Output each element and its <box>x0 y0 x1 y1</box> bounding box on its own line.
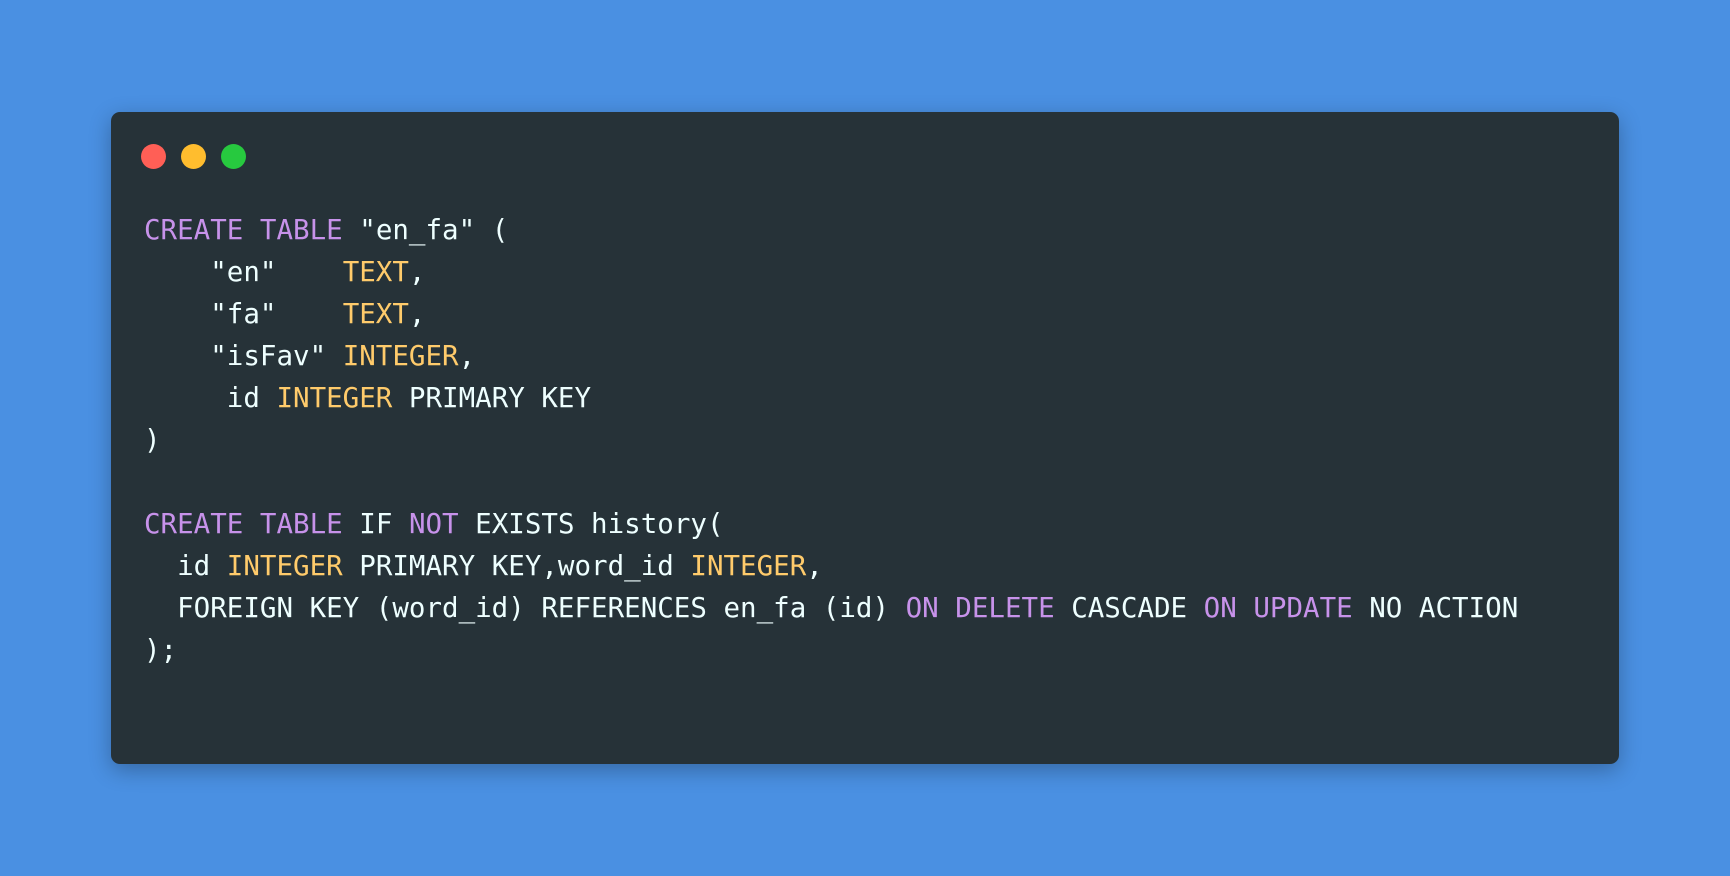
code-token-type: TEXT <box>342 298 409 330</box>
code-token-plain: , <box>408 256 426 288</box>
code-token-plain: "en" <box>144 256 343 288</box>
code-token-keyword: TABLE <box>259 508 343 540</box>
code-token-type: TEXT <box>342 256 409 288</box>
code-line: id INTEGER PRIMARY KEY,word_id INTEGER, <box>144 545 1518 587</box>
code-line: FOREIGN KEY (word_id) REFERENCES en_fa (… <box>144 587 1518 629</box>
code-line: CREATE TABLE "en_fa" ( <box>144 209 1518 251</box>
code-block: CREATE TABLE "en_fa" ( "en" TEXT, "fa" T… <box>144 209 1518 671</box>
code-token-plain: , <box>806 550 823 582</box>
code-token-keyword: CREATE <box>144 508 244 540</box>
code-token-plain: IF <box>342 508 409 540</box>
code-token-plain: ) <box>144 424 161 456</box>
code-window: CREATE TABLE "en_fa" ( "en" TEXT, "fa" T… <box>111 112 1619 764</box>
code-token-keyword: NOT <box>408 508 459 540</box>
code-line: "en" TEXT, <box>144 251 1518 293</box>
code-token-keyword: TABLE <box>259 214 343 246</box>
code-line: CREATE TABLE IF NOT EXISTS history( <box>144 503 1518 545</box>
code-token-keyword: UPDATE <box>1253 592 1353 624</box>
code-token-plain: , <box>458 340 476 372</box>
minimize-dot-icon <box>181 144 206 169</box>
code-token-plain: id <box>144 550 227 582</box>
code-token-plain: ); <box>144 634 178 666</box>
code-token-type: INTEGER <box>690 550 807 582</box>
code-token-keyword: DELETE <box>955 592 1055 624</box>
code-token-plain: PRIMARY KEY <box>392 382 592 414</box>
code-token-plain: id <box>144 382 277 414</box>
code-token-plain: FOREIGN KEY (word_id) REFERENCES en_fa (… <box>144 592 906 624</box>
close-dot-icon <box>141 144 166 169</box>
code-line: "isFav" INTEGER, <box>144 335 1518 377</box>
code-token-plain: NO ACTION <box>1352 592 1519 624</box>
code-token-keyword: ON <box>1203 592 1237 624</box>
code-line: ); <box>144 629 1518 671</box>
code-token-type: INTEGER <box>226 550 343 582</box>
code-token-type: INTEGER <box>276 382 393 414</box>
code-line: id INTEGER PRIMARY KEY <box>144 377 1518 419</box>
maximize-dot-icon <box>221 144 246 169</box>
code-token-plain: "en_fa" ( <box>342 214 509 246</box>
code-token-plain: "isFav" <box>144 340 343 372</box>
window-controls <box>141 144 246 169</box>
code-token-plain: EXISTS history( <box>458 508 724 540</box>
code-token-plain: , <box>408 298 426 330</box>
code-token-plain: CASCADE <box>1054 592 1204 624</box>
code-token-keyword: CREATE <box>144 214 244 246</box>
code-line: "fa" TEXT, <box>144 293 1518 335</box>
code-token-plain: "fa" <box>144 298 343 330</box>
code-token-keyword: ON <box>905 592 939 624</box>
code-line: ) <box>144 419 1518 461</box>
code-token-type: INTEGER <box>342 340 459 372</box>
code-token-plain: PRIMARY KEY,word_id <box>342 550 691 582</box>
